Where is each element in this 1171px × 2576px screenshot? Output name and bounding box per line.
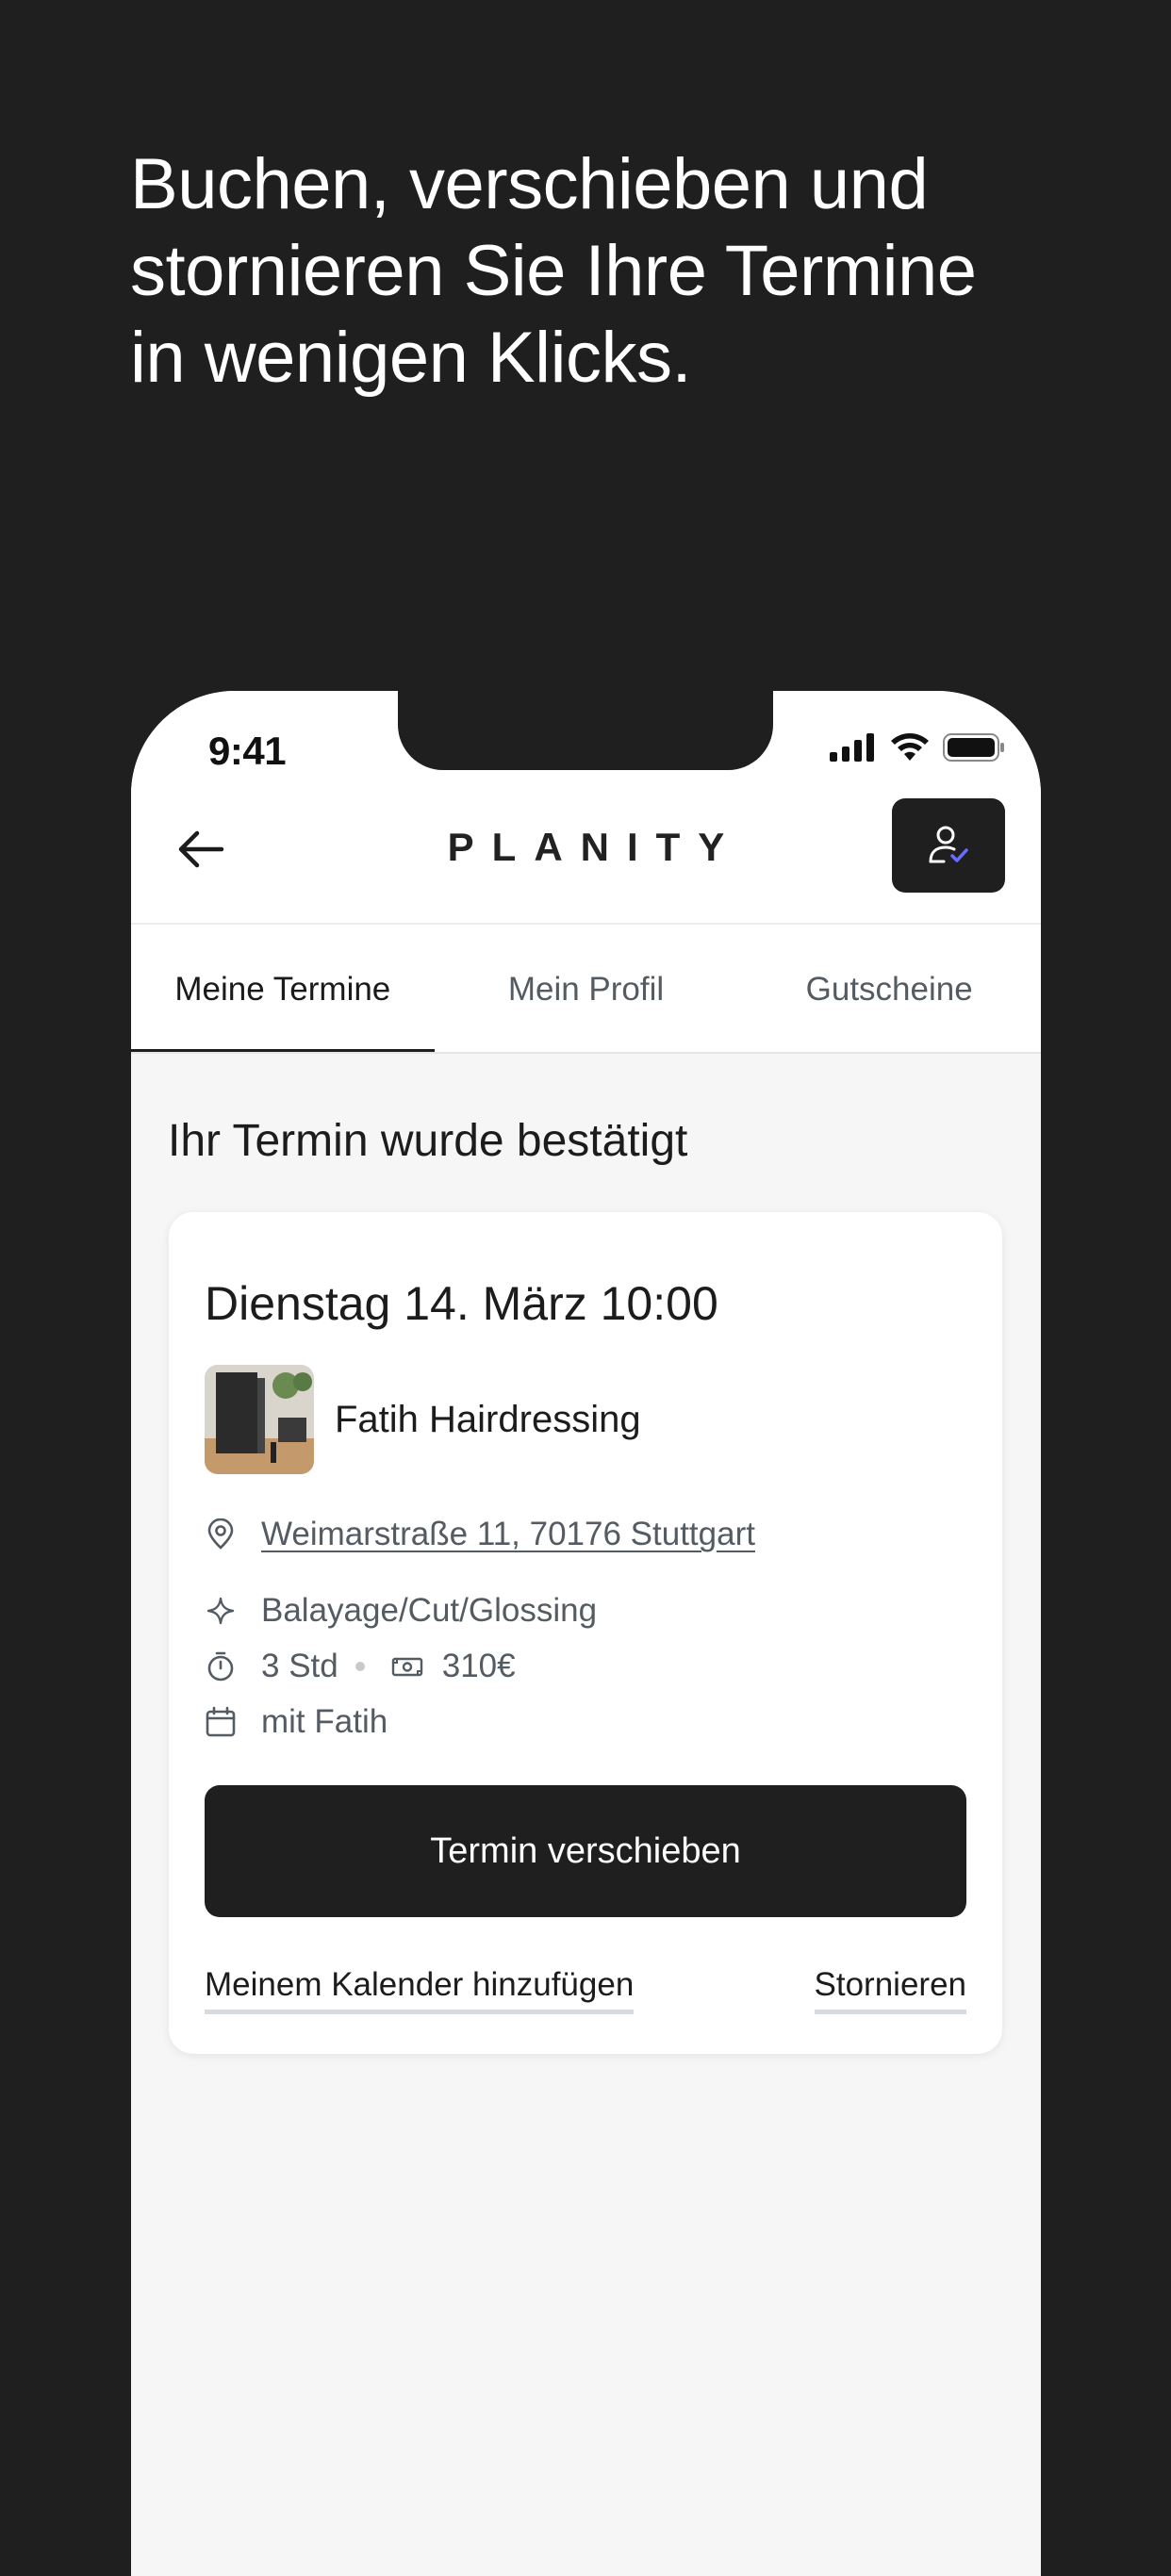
wifi-icon	[891, 733, 929, 761]
service-row: Balayage/Cut/Glossing	[205, 1592, 597, 1630]
duration-price-row: 3 Std 310€	[205, 1648, 516, 1685]
app-navbar: PLANITY	[131, 798, 1041, 902]
salon-thumbnail	[205, 1365, 314, 1474]
separator-dot	[355, 1662, 365, 1671]
signal-icon	[830, 733, 874, 762]
price-text: 310€	[441, 1648, 516, 1684]
address-link[interactable]: Weimarstraße 11, 70176 Stuttgart	[261, 1516, 755, 1553]
phone-frame: 9:41 PLANITY Meine Termine Mein Profil G…	[131, 691, 1041, 2576]
user-check-icon	[929, 826, 968, 863]
cash-icon	[391, 1650, 423, 1682]
battery-icon	[943, 733, 1004, 762]
headline-line-1: Buchen, verschieben und	[130, 144, 929, 224]
sparkle-icon	[205, 1595, 237, 1627]
staff-row: mit Fatih	[205, 1703, 388, 1741]
add-to-calendar-link[interactable]: Meinem Kalender hinzufügen	[205, 1966, 635, 2014]
phone-notch	[398, 691, 773, 770]
address-row[interactable]: Weimarstraße 11, 70176 Stuttgart	[205, 1516, 755, 1553]
service-text: Balayage/Cut/Glossing	[261, 1592, 598, 1629]
tab-mein-profil[interactable]: Mein Profil	[435, 925, 738, 1054]
cancel-link[interactable]: Stornieren	[814, 1966, 966, 2014]
map-pin-icon	[205, 1518, 237, 1551]
salon-name: Fatih Hairdressing	[335, 1398, 641, 1440]
duration-text: 3 Std	[261, 1648, 338, 1684]
salon-row[interactable]: Fatih Hairdressing	[205, 1365, 641, 1474]
calendar-icon	[205, 1706, 237, 1738]
headline-line-2: stornieren Sie Ihre Termine	[130, 231, 977, 311]
profile-button[interactable]	[892, 798, 1005, 893]
tab-meine-termine[interactable]: Meine Termine	[131, 925, 435, 1054]
account-tabs: Meine Termine Mein Profil Gutscheine	[131, 925, 1041, 1054]
tabs-divider	[131, 1052, 1041, 1054]
headline-line-3: in wenigen Klicks.	[130, 318, 692, 398]
staff-text: mit Fatih	[261, 1703, 388, 1740]
appointment-card: Dienstag 14. März 10:00 Fatih Hairdressi…	[169, 1212, 1002, 2054]
appointment-date: Dienstag 14. März 10:00	[205, 1277, 718, 1330]
stopwatch-icon	[205, 1650, 237, 1682]
reschedule-button[interactable]: Termin verschieben	[205, 1785, 966, 1917]
salon-photo-icon	[205, 1365, 314, 1474]
status-time: 9:41	[208, 729, 287, 773]
tab-gutscheine[interactable]: Gutscheine	[737, 925, 1041, 1054]
confirmation-title: Ihr Termin wurde bestätigt	[168, 1116, 688, 1166]
marketing-headline: Buchen, verschieben und stornieren Sie I…	[130, 141, 1073, 402]
status-icons	[830, 732, 1005, 763]
